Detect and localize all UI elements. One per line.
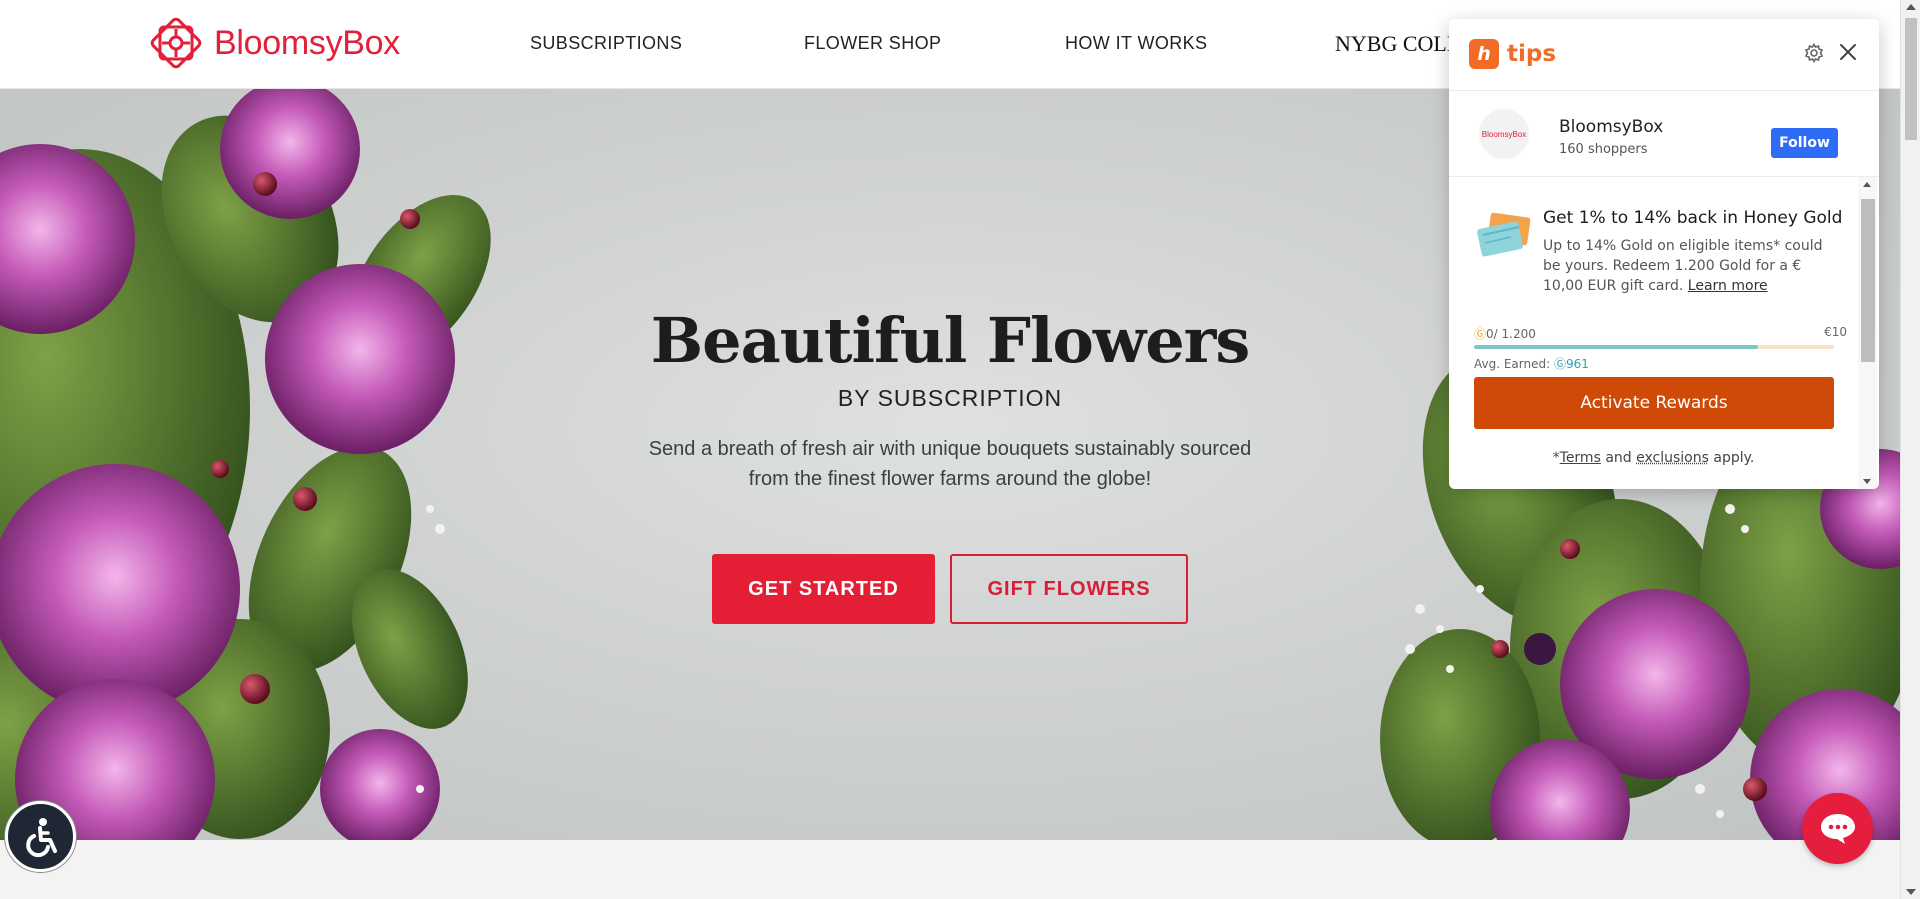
avg-earned: Avg. Earned: Ⓖ961 bbox=[1474, 355, 1589, 372]
store-avatar: BloomsyBox bbox=[1479, 109, 1529, 159]
panel-scroll-down[interactable] bbox=[1863, 479, 1871, 484]
gold-progress-goal: €10 bbox=[1824, 325, 1847, 339]
gift-flowers-button[interactable]: GIFT FLOWERS bbox=[950, 554, 1188, 624]
hero-description: Send a breath of fresh air with unique b… bbox=[648, 438, 1252, 490]
page: BloomsyBox SUBSCRIPTIONS FLOWER SHOP HOW… bbox=[0, 0, 1920, 899]
panel-scroll-thumb[interactable] bbox=[1861, 199, 1875, 362]
honey-header: h tips bbox=[1449, 19, 1879, 91]
scroll-thumb[interactable] bbox=[1905, 18, 1917, 140]
avg-earned-label: Avg. Earned: bbox=[1474, 357, 1551, 371]
gear-icon[interactable] bbox=[1804, 43, 1824, 63]
terms-link[interactable]: Terms bbox=[1560, 450, 1601, 466]
nav-how-it-works[interactable]: HOW IT WORKS bbox=[1065, 33, 1207, 54]
bloomsybox-logo[interactable]: BloomsyBox bbox=[148, 15, 400, 71]
chat-button[interactable] bbox=[1802, 793, 1873, 864]
scroll-up-arrow[interactable] bbox=[1906, 4, 1916, 10]
page-scrollbar[interactable] bbox=[1900, 0, 1920, 899]
honey-brand: tips bbox=[1507, 41, 1557, 67]
accessibility-button[interactable] bbox=[5, 801, 76, 872]
nav-subscriptions[interactable]: SUBSCRIPTIONS bbox=[530, 33, 682, 54]
accessibility-icon bbox=[25, 817, 57, 857]
scroll-down-arrow[interactable] bbox=[1906, 889, 1916, 895]
gift-card-icon bbox=[1477, 212, 1531, 257]
gold-progress-bar bbox=[1474, 345, 1834, 349]
chat-icon bbox=[1820, 813, 1855, 844]
store-name: BloomsyBox bbox=[1559, 117, 1664, 137]
terms-and: and bbox=[1605, 450, 1632, 466]
offer-description-text: Up to 14% Gold on eligible items* could … bbox=[1543, 238, 1823, 294]
honey-logo-icon: h bbox=[1469, 39, 1499, 69]
get-started-button[interactable]: GET STARTED bbox=[712, 554, 935, 624]
activate-rewards-button[interactable]: Activate Rewards bbox=[1474, 377, 1834, 429]
terms-line: *Terms and exclusions apply. bbox=[1449, 450, 1858, 466]
terms-prefix: * bbox=[1552, 450, 1560, 466]
avg-earned-coin-icon: Ⓖ bbox=[1554, 357, 1567, 371]
terms-suffix: apply. bbox=[1713, 450, 1755, 466]
bloomsybox-logo-icon bbox=[150, 17, 202, 69]
logo-text: BloomsyBox bbox=[214, 23, 400, 62]
close-icon[interactable] bbox=[1838, 42, 1858, 62]
nav-flower-shop[interactable]: FLOWER SHOP bbox=[804, 33, 941, 54]
avg-earned-value: 961 bbox=[1566, 357, 1589, 371]
nav-nybg-collection[interactable]: NYBG COLL bbox=[1335, 31, 1460, 57]
honey-gold-coin-icon: Ⓖ bbox=[1474, 327, 1487, 341]
panel-scrollbar[interactable] bbox=[1858, 177, 1877, 489]
offer-title: Get 1% to 14% back in Honey Gold bbox=[1543, 208, 1843, 228]
offer-description: Up to 14% Gold on eligible items* could … bbox=[1543, 236, 1843, 296]
learn-more-link[interactable]: Learn more bbox=[1688, 278, 1768, 294]
gold-progress-current: Ⓖ0/ 1.200 bbox=[1474, 325, 1536, 342]
gold-progress-fill bbox=[1474, 345, 1759, 349]
panel-scroll-up[interactable] bbox=[1863, 182, 1871, 187]
store-shoppers: 160 shoppers bbox=[1559, 142, 1648, 157]
gold-progress-current-value: 0/ 1.200 bbox=[1486, 327, 1536, 341]
store-row: BloomsyBox BloomsyBox 160 shoppers Follo… bbox=[1449, 91, 1879, 177]
follow-button[interactable]: Follow bbox=[1771, 128, 1838, 158]
honey-panel: h tips BloomsyBox BloomsyBox 160 shopper… bbox=[1449, 19, 1879, 489]
exclusions-link[interactable]: exclusions bbox=[1636, 450, 1709, 466]
